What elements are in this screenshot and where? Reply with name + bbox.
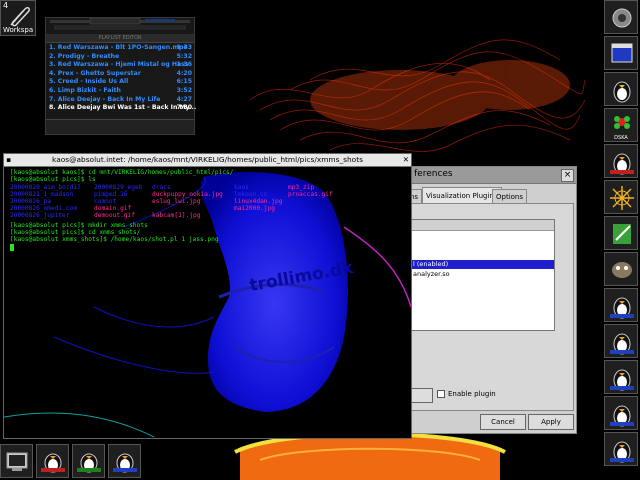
desktop-wallpaper-art: [250, 39, 586, 152]
tab-visualization-plugins[interactable]: Visualization Plugins: [422, 187, 502, 204]
task-penguin-3[interactable]: [108, 444, 141, 478]
list-item[interactable]: 5. Creed - Inside Us All 6:15: [49, 78, 193, 87]
penguin-icon: [610, 297, 634, 319]
dock-tile-editor[interactable]: [604, 216, 638, 250]
ls-entry: proaccas.gif: [288, 191, 333, 198]
dock-tile-caption: DSKA: [614, 135, 628, 141]
penguin-icon: [113, 453, 137, 473]
dock-tile-penguin-6[interactable]: [604, 396, 638, 430]
list-item[interactable]: 2. Prodigy - Breathe 5:32: [49, 53, 193, 62]
penguin-icon: [610, 405, 634, 427]
editor-icon: [613, 224, 631, 244]
list-item[interactable]: 3. Red Warszawa - Hjemi Mistal og Hass 1:…: [49, 61, 193, 70]
terminal-cursor: [10, 244, 14, 251]
terminal-line: [kaos@absolut pics]$ ls: [10, 176, 96, 183]
penguin-icon: [77, 453, 101, 473]
apply-button[interactable]: Apply: [528, 414, 574, 430]
dialog-titlebar[interactable]: ferences ×: [406, 167, 576, 184]
plugin-item[interactable]: analyzer.so: [412, 270, 554, 279]
ls-entry: demoout.gif: [94, 212, 135, 219]
dock: DSKA: [604, 0, 640, 480]
penguin-icon: [610, 369, 634, 391]
close-icon[interactable]: ✕: [403, 154, 409, 166]
enable-plugin-label: Enable plugin: [448, 390, 496, 398]
task-penguin-2[interactable]: [72, 444, 105, 478]
ls-entry: mai2000.jpg: [234, 205, 275, 212]
window-icon: [611, 43, 633, 63]
dock-tile-terminal[interactable]: [604, 72, 638, 106]
dock-tile-window[interactable]: [604, 36, 638, 70]
playlist-titlebar[interactable]: PLAYLIST EDITOR: [46, 34, 194, 43]
dialog-title: ferences: [414, 169, 453, 179]
cancel-button[interactable]: Cancel: [480, 414, 526, 430]
ls-entry: eslug_lwi.jpg: [152, 198, 201, 205]
dock-tile-gimp[interactable]: [604, 252, 638, 286]
list-item[interactable]: 1. Red Warszawa - Blt 1PO-Sangen.mp3 1:43: [49, 44, 193, 53]
task-terminal[interactable]: [0, 444, 33, 478]
dock-tile-penguin-3[interactable]: [604, 288, 638, 322]
taskbar: [0, 444, 145, 480]
workspace-label: Workspa: [3, 26, 34, 34]
ls-entry: kabcam[1].jpg: [152, 212, 201, 219]
checkbox-icon: [437, 390, 445, 398]
gear-icon: [612, 8, 632, 28]
xmms-playlist-window[interactable]: PLAYLIST EDITOR 1. Red Warszawa - Blt 1P…: [45, 17, 196, 135]
dock-tile-penguin-4[interactable]: [604, 324, 638, 358]
current-list-item[interactable]: 8. Alice Deejay Bwi Was 1st - Back In My…: [49, 104, 196, 113]
configure-button[interactable]: [411, 388, 433, 403]
task-penguin-1[interactable]: [36, 444, 69, 478]
dock-tile-penguin-2[interactable]: [604, 144, 638, 178]
dock-tile-penguin-5[interactable]: [604, 360, 638, 394]
dock-tile-dska[interactable]: DSKA: [604, 108, 638, 142]
preferences-dialog[interactable]: ferences × ns Visualization Plugins Opti…: [405, 166, 577, 434]
ls-entry: 20000826_jupiter: [10, 212, 70, 219]
list-item[interactable]: 4. Prex - Ghetto Superstar 4:20: [49, 70, 193, 79]
close-icon[interactable]: ×: [561, 169, 574, 182]
xmms-playlist-topbar: [50, 18, 190, 30]
flower-icon: [614, 116, 630, 129]
penguin-icon: [41, 453, 65, 473]
penguin-icon: [613, 81, 631, 103]
penguin-icon: [610, 441, 634, 463]
terminal-body[interactable]: trollimo.dk [kaos@absolut kaos]$ cd mnt/…: [4, 167, 411, 438]
workspace-switcher[interactable]: 4 Workspa: [0, 0, 36, 36]
playlist-footer-controls[interactable]: [46, 119, 194, 134]
enable-plugin-checkbox[interactable]: Enable plugin: [437, 390, 496, 398]
web-icon: [610, 186, 634, 210]
dock-tile-penguin-7[interactable]: [604, 432, 638, 466]
dock-tile-gear[interactable]: [604, 0, 638, 34]
window-menu-icon[interactable]: ▪: [6, 154, 11, 166]
terminal-line: [kaos@absolut xmms_shots]$ /home/kaos/sh…: [10, 236, 219, 243]
visualization-plugins-panel: l (enabled) analyzer.so Enable plugin: [410, 203, 574, 411]
tab-options[interactable]: Options: [492, 189, 528, 204]
list-item[interactable]: 6. Limp Bizkit - Faith 3:52: [49, 87, 193, 96]
penguin-icon: [610, 333, 634, 355]
terminal-window[interactable]: ▪ kaos@absolut.intet: /home/kaos/mnt/VIR…: [3, 153, 412, 439]
plugin-list-header: [412, 220, 554, 231]
playlist-title: PLAYLIST EDITOR: [98, 35, 142, 41]
plugin-list[interactable]: l (enabled) analyzer.so: [411, 219, 555, 331]
gimp-icon: [612, 262, 632, 278]
terminal-icon: [6, 452, 28, 471]
dock-tile-web[interactable]: [604, 180, 638, 214]
terminal-titlebar[interactable]: ▪ kaos@absolut.intet: /home/kaos/mnt/VIR…: [4, 154, 411, 167]
plugin-item-selected[interactable]: l (enabled): [412, 260, 554, 269]
playlist-list: 1. Red Warszawa - Blt 1PO-Sangen.mp3 1:43…: [49, 44, 196, 113]
penguin-icon: [610, 153, 634, 175]
terminal-title: kaos@absolut.intet: /home/kaos/mnt/VIRKE…: [52, 155, 363, 164]
list-item[interactable]: 7. Alice Deejay - Back In My Life 4:27: [49, 96, 193, 105]
